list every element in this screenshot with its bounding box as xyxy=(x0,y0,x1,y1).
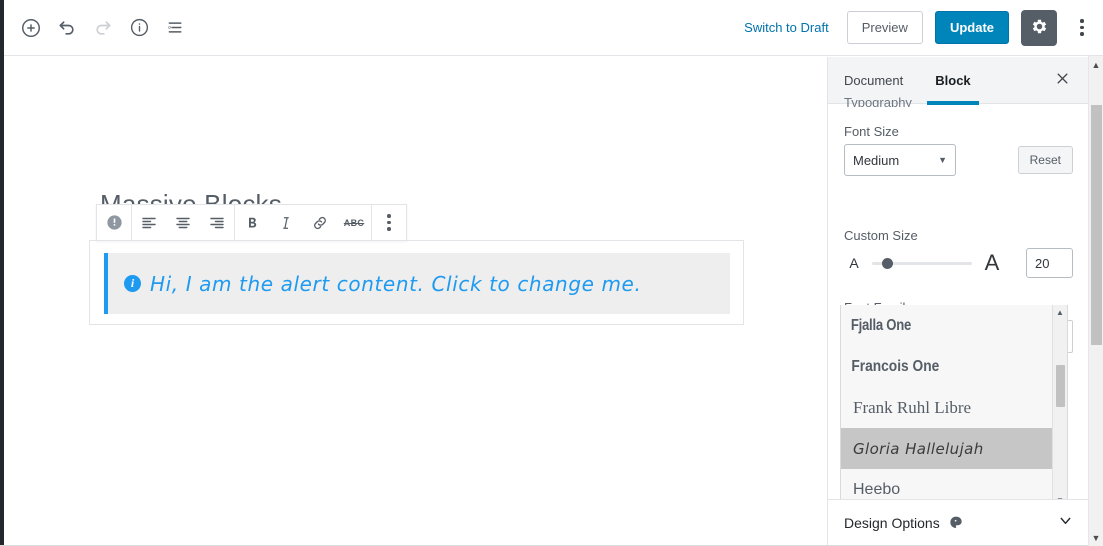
font-option-fjalla-one[interactable]: Fjalla One xyxy=(841,305,1014,346)
typography-panel-heading: Typography xyxy=(844,95,912,107)
info-circle-icon: i xyxy=(124,275,141,292)
block-toolbar: ABC xyxy=(96,204,407,241)
custom-size-row: Custom Size A A 20 xyxy=(828,228,1089,278)
block-navigation-button[interactable] xyxy=(157,10,193,46)
page-scroll-up-arrow-icon[interactable]: ▲ xyxy=(1089,56,1103,73)
wordpress-block-editor: Switch to Draft Preview Update Massive B… xyxy=(0,0,1103,546)
redo-button[interactable] xyxy=(85,10,121,46)
alert-block[interactable]: i Hi, I am the alert content. Click to c… xyxy=(104,253,730,314)
align-right-button[interactable] xyxy=(200,205,234,240)
chevron-down-icon xyxy=(1057,512,1074,534)
font-size-label: Font Size xyxy=(844,124,899,139)
page-scrollbar[interactable]: ▲ ▼ xyxy=(1088,56,1103,546)
paint-blob-icon xyxy=(948,515,964,531)
alert-text[interactable]: Hi, I am the alert content. Click to cha… xyxy=(150,272,641,296)
dropdown-scrollbar-thumb[interactable] xyxy=(1056,365,1065,407)
align-left-button[interactable] xyxy=(132,205,166,240)
block-type-group xyxy=(97,205,132,240)
content-info-button[interactable] xyxy=(121,10,157,46)
font-size-reset-button[interactable]: Reset xyxy=(1017,146,1073,174)
strikethrough-button[interactable]: ABC xyxy=(337,205,371,240)
large-text-glyph: A xyxy=(984,250,1000,275)
scroll-up-arrow-icon[interactable]: ▲ xyxy=(1053,305,1067,320)
kebab-menu-icon xyxy=(1080,19,1084,36)
font-family-option-list: Fjalla One Francois One Frank Ruhl Libre… xyxy=(841,305,1052,509)
page-scrollbar-thumb[interactable] xyxy=(1091,105,1102,345)
font-family-dropdown[interactable]: Fjalla One Francois One Frank Ruhl Libre… xyxy=(840,305,1068,510)
bold-button[interactable] xyxy=(235,205,269,240)
block-type-alert-icon[interactable] xyxy=(97,205,131,240)
small-text-glyph: A xyxy=(849,255,859,271)
block-more-options-button[interactable] xyxy=(372,205,406,240)
dropdown-scrollbar[interactable]: ▲ ▼ xyxy=(1052,305,1067,508)
custom-size-input[interactable]: 20 xyxy=(1026,248,1073,278)
formatting-group: ABC xyxy=(235,205,372,240)
custom-size-slider[interactable] xyxy=(872,255,972,271)
font-option-gloria-hallelujah[interactable]: Gloria Hallelujah xyxy=(841,428,1052,469)
align-center-button[interactable] xyxy=(166,205,200,240)
font-size-select[interactable]: Medium ▼ xyxy=(844,144,956,176)
close-sidebar-button[interactable] xyxy=(1047,65,1077,95)
slider-thumb[interactable] xyxy=(882,258,893,269)
font-option-frank-ruhl-libre[interactable]: Frank Ruhl Libre xyxy=(841,387,1052,428)
design-options-label: Design Options xyxy=(844,515,940,531)
kebab-menu-icon xyxy=(387,214,391,231)
tab-block[interactable]: Block xyxy=(919,57,986,105)
italic-button[interactable] xyxy=(269,205,303,240)
undo-button[interactable] xyxy=(49,10,85,46)
chevron-down-icon: ▼ xyxy=(938,155,947,165)
preview-button[interactable]: Preview xyxy=(846,11,923,44)
design-options-panel-toggle[interactable]: Design Options xyxy=(828,499,1089,546)
font-size-value: Medium xyxy=(853,152,900,168)
editor-canvas: Massive Blocks xyxy=(4,57,826,535)
block-more-group xyxy=(372,205,406,240)
more-options-button[interactable] xyxy=(1069,10,1095,46)
top-bar-right-actions: Switch to Draft Preview Update xyxy=(738,9,1103,46)
add-block-button[interactable] xyxy=(13,10,49,46)
close-icon xyxy=(1055,71,1070,89)
link-button[interactable] xyxy=(303,205,337,240)
editor-top-bar: Switch to Draft Preview Update xyxy=(4,0,1103,56)
page-scroll-down-arrow-icon[interactable]: ▼ xyxy=(1089,529,1103,546)
top-bar-left-tools xyxy=(4,10,193,46)
font-size-controls: Medium ▼ Reset xyxy=(844,144,1073,176)
custom-size-controls: A A 20 xyxy=(844,248,1073,278)
settings-gear-button[interactable] xyxy=(1021,9,1057,46)
strikethrough-label: ABC xyxy=(343,217,365,228)
font-size-row: Font Size Medium ▼ Reset xyxy=(828,124,1089,176)
custom-size-label: Custom Size xyxy=(844,228,918,243)
alert-block-wrapper[interactable]: i Hi, I am the alert content. Click to c… xyxy=(89,240,744,325)
switch-to-draft-button[interactable]: Switch to Draft xyxy=(738,16,835,39)
gear-icon xyxy=(1030,17,1049,39)
font-option-francois-one[interactable]: Francois One xyxy=(841,346,1022,387)
update-button[interactable]: Update xyxy=(934,11,1009,44)
alignment-group xyxy=(132,205,235,240)
